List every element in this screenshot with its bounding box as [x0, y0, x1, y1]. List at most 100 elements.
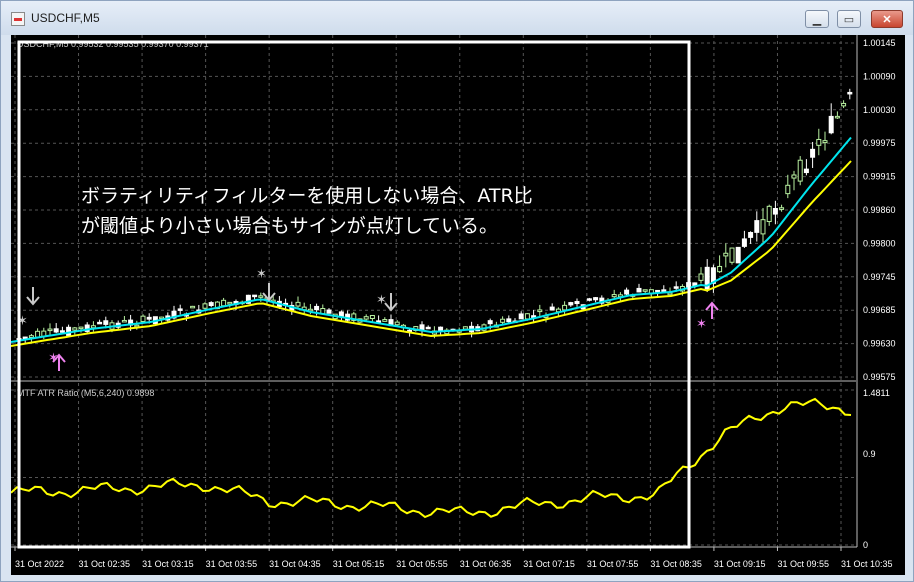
minimize-button[interactable]: ▁ — [805, 10, 829, 28]
atr-ratio-line — [11, 397, 852, 519]
candle-body — [847, 91, 853, 95]
candle-body — [766, 205, 772, 223]
candle-body — [382, 319, 388, 322]
candle-body — [363, 316, 369, 320]
candle-body — [177, 308, 183, 311]
price-tick-label: 0.99915 — [863, 172, 896, 182]
window-title: USDCHF,M5 — [31, 11, 100, 25]
candle-body — [190, 305, 196, 309]
candle-body — [394, 321, 400, 326]
candle-body — [202, 303, 208, 309]
candle-body — [438, 326, 444, 331]
terminal-window: USDCHF,M5 ▁ ▭ ✕ ✶ ✶ ✶ ✶ ✶ 1.00145 1.00090 1.00… — [0, 0, 914, 582]
candle-body — [779, 207, 785, 210]
candle-body — [754, 220, 760, 233]
candle-body — [624, 289, 630, 295]
candle-body — [698, 273, 704, 281]
candle-body — [816, 138, 822, 146]
candle-body — [549, 306, 555, 311]
candle-body — [797, 159, 803, 182]
time-tick-label: 31 Oct 10:35 — [841, 559, 893, 569]
candle-body — [741, 238, 747, 247]
time-tick-label: 31 Oct 08:35 — [650, 559, 702, 569]
price-chart[interactable]: ✶✶✶✶✶ 1.001451.000901.000300.999750.9991… — [11, 35, 905, 575]
price-tick-label: 1.00030 — [863, 105, 896, 115]
candle-body — [506, 318, 512, 323]
time-tick-label: 31 Oct 03:55 — [206, 559, 258, 569]
candle-body — [524, 313, 530, 320]
candle-body — [314, 305, 320, 311]
candle-body — [636, 287, 642, 293]
indicator-tick-label: 1.4811 — [863, 388, 890, 398]
signal-star-icon: ✶ — [376, 293, 387, 308]
close-button[interactable]: ✕ — [871, 10, 903, 28]
candle-body — [425, 326, 431, 330]
candle-body — [841, 102, 847, 107]
price-tick-label: 0.99575 — [863, 372, 896, 382]
time-tick-label: 31 Oct 03:15 — [142, 559, 194, 569]
signal-star-icon: ✶ — [696, 317, 707, 332]
candle-body — [562, 304, 568, 311]
time-tick-label: 31 Oct 06:35 — [460, 559, 512, 569]
annotation-line-2: が閾値より小さい場合もサインが点灯している。 — [81, 215, 499, 237]
maximize-button[interactable]: ▭ — [837, 10, 861, 28]
annotation-text: ボラティリティフィルターを使用しない場合、ATR比 が閾値より小さい場合もサイン… — [81, 181, 601, 241]
candle-body — [90, 325, 96, 329]
chart-window-icon — [11, 12, 25, 26]
time-tick-label: 31 Oct 04:35 — [269, 559, 321, 569]
candle-body — [258, 295, 264, 298]
candle-body — [462, 326, 468, 330]
candle-body — [822, 140, 828, 144]
candle-body — [673, 286, 679, 289]
candle-body — [140, 315, 146, 322]
time-tick-label: 31 Oct 09:15 — [714, 559, 766, 569]
candle-body — [586, 298, 592, 301]
candle-body — [35, 330, 41, 338]
candle-body — [103, 320, 109, 325]
indicator-tick-label: 0.9 — [863, 449, 876, 459]
candle-body — [78, 326, 84, 330]
candle-body — [146, 316, 152, 320]
candle-body — [642, 289, 648, 292]
candle-body — [22, 336, 28, 340]
candle-body — [717, 265, 723, 273]
chart-area[interactable]: ✶ ✶ ✶ ✶ ✶ 1.00145 1.00090 1.00030 0.99975 0.9991… — [11, 35, 905, 575]
indicator-header: MTF ATR Ratio (M5,6,240) 0.9898 — [17, 388, 154, 398]
candle-body — [828, 115, 834, 134]
time-tick-label: 31 Oct 05:15 — [333, 559, 385, 569]
candle-body — [760, 219, 766, 235]
candle-body — [208, 302, 214, 307]
candle-body — [326, 309, 332, 314]
candle-body — [518, 313, 524, 320]
candle-body — [97, 321, 103, 325]
candle-body — [810, 148, 816, 158]
candle-body — [748, 232, 754, 238]
candle-body — [791, 174, 797, 179]
candle-body — [59, 330, 65, 333]
highlight-box — [17, 40, 691, 549]
candle-body — [568, 302, 574, 306]
price-tick-label: 1.00145 — [863, 38, 896, 48]
price-tick-label: 0.99685 — [863, 305, 896, 315]
candle-body — [369, 315, 375, 320]
title-bar[interactable]: USDCHF,M5 ▁ ▭ ✕ — [1, 1, 913, 35]
candle-body — [574, 301, 580, 305]
price-tick-label: 1.00090 — [863, 71, 896, 81]
candle-body — [221, 299, 227, 307]
annotation-line-1: ボラティリティフィルターを使用しない場合、ATR比 — [81, 185, 533, 207]
candle-body — [500, 318, 506, 323]
candle-body — [72, 327, 78, 331]
candle-body — [772, 208, 778, 215]
candle-body — [655, 289, 661, 293]
time-tick-label: 31 Oct 07:15 — [523, 559, 575, 569]
candle-body — [803, 168, 809, 174]
candle-body — [834, 115, 840, 119]
price-tick-label: 0.99860 — [863, 205, 896, 215]
price-tick-label: 0.99975 — [863, 138, 896, 148]
candle-body — [227, 301, 233, 305]
candle-body — [47, 328, 53, 332]
time-tick-label: 31 Oct 2022 — [15, 559, 64, 569]
candle-body — [667, 292, 673, 296]
time-tick-label: 31 Oct 05:55 — [396, 559, 448, 569]
candle-body — [735, 246, 741, 264]
